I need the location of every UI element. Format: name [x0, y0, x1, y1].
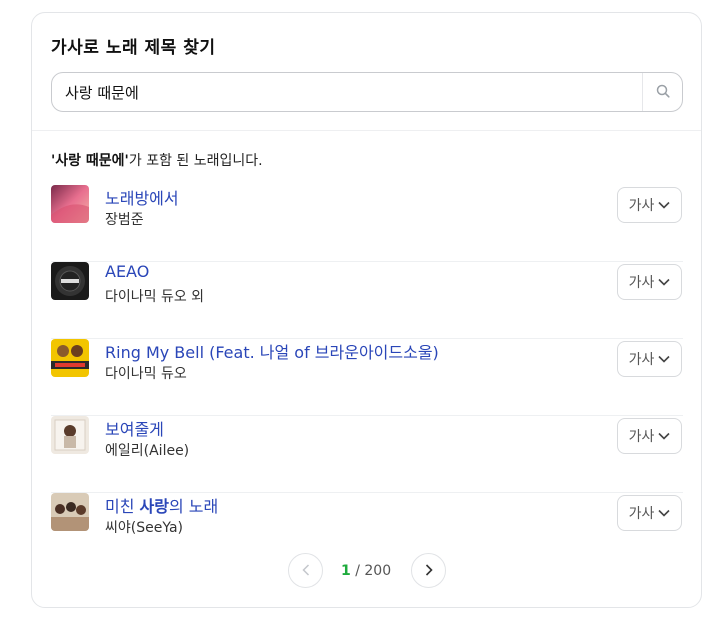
search-input[interactable] [52, 73, 640, 111]
total-pages: 200 [364, 563, 392, 579]
artist-name: 씨야(SeeYa) [105, 520, 184, 536]
page-indicator: 1 / 200 [341, 563, 391, 579]
album-art[interactable] [51, 416, 89, 454]
summary-suffix: 가 포함 된 노래입니다. [128, 153, 263, 169]
artist-name: 다이나믹 듀오 [105, 366, 187, 382]
artist-name: 에일리(Ailee) [105, 443, 190, 459]
list-item: AEAO 다이나믹 듀오 외 가사 [51, 262, 683, 339]
lyrics-button-label: 가사 [628, 352, 655, 368]
search-button[interactable] [643, 73, 683, 111]
list-item: Ring My Bell (Feat. 나얼 of 브라운아이드소울) 다이나믹… [51, 339, 683, 416]
album-art[interactable] [51, 339, 89, 377]
album-art[interactable] [51, 262, 89, 300]
pagination: 1 / 200 [32, 553, 701, 591]
summary-query: '사랑 때문에' [51, 153, 129, 169]
song-title[interactable]: Ring My Bell (Feat. 나얼 of 브라운아이드소울) [105, 339, 439, 363]
result-summary: '사랑 때문에'가 포함 된 노래입니다. [51, 150, 263, 170]
prev-page-button[interactable] [288, 553, 323, 588]
lyrics-search-card: 가사로 노래 제목 찾기 '사랑 때문에'가 포함 된 노래입니다. [31, 12, 702, 608]
list-item: 노래방에서 장범준 가사 [51, 185, 683, 262]
page-separator: / [350, 563, 365, 579]
section-divider [32, 130, 701, 131]
song-title[interactable]: 미친 사랑의 노래 [105, 493, 218, 517]
search-box [51, 72, 683, 112]
next-page-button[interactable] [411, 553, 446, 588]
card-title: 가사로 노래 제목 찾기 [51, 38, 216, 58]
chevron-down-icon [658, 428, 670, 444]
chevron-down-icon [658, 274, 670, 290]
album-art[interactable] [51, 493, 89, 531]
lyrics-button-label: 가사 [628, 429, 655, 445]
chevron-right-icon [425, 561, 433, 580]
chevron-down-icon [658, 351, 670, 367]
lyrics-toggle-button[interactable]: 가사 [617, 495, 682, 531]
album-art[interactable] [51, 185, 89, 223]
list-item: 보여줄게 에일리(Ailee) 가사 [51, 416, 683, 493]
chevron-down-icon [658, 505, 670, 521]
current-page: 1 [341, 563, 351, 579]
chevron-down-icon [658, 197, 670, 213]
search-icon [656, 83, 670, 102]
lyrics-toggle-button[interactable]: 가사 [617, 264, 682, 300]
song-title[interactable]: 보여줄게 [105, 416, 164, 440]
song-title[interactable]: AEAO [105, 262, 149, 281]
lyrics-toggle-button[interactable]: 가사 [617, 187, 682, 223]
artist-name: 장범준 [105, 212, 144, 228]
song-title[interactable]: 노래방에서 [105, 185, 179, 209]
lyrics-toggle-button[interactable]: 가사 [617, 341, 682, 377]
lyrics-button-label: 가사 [628, 198, 655, 214]
chevron-left-icon [301, 561, 310, 580]
lyrics-toggle-button[interactable]: 가사 [617, 418, 682, 454]
lyrics-button-label: 가사 [628, 506, 655, 522]
lyrics-button-label: 가사 [628, 275, 655, 291]
artist-name: 다이나믹 듀오 외 [105, 289, 205, 305]
